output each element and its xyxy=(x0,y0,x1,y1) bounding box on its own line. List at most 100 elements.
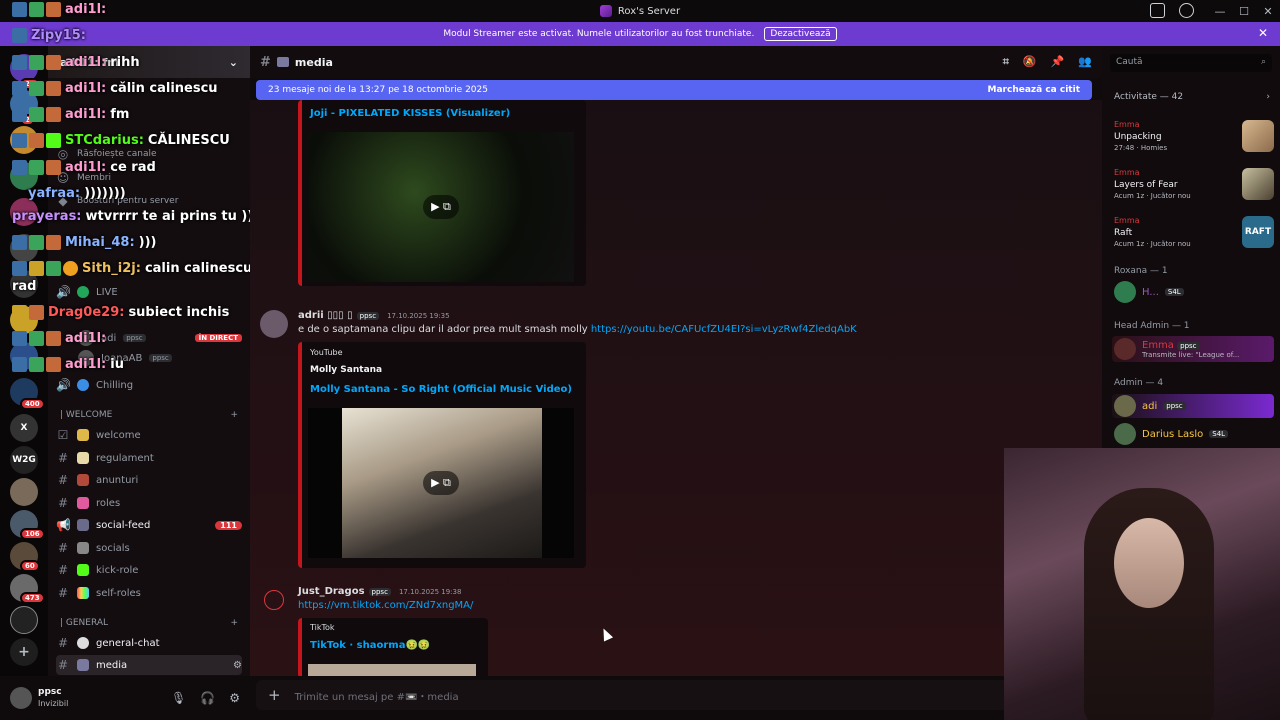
new-messages-bar[interactable]: 23 mesaje noi de la 13:27 pe 18 octombri… xyxy=(256,80,1092,100)
voice-user[interactable]: IoanaAB ppsc xyxy=(56,348,242,368)
channel-social-feed[interactable]: 📢 social-feed 111 xyxy=(56,515,242,535)
avatar xyxy=(78,350,94,366)
green-heart-icon xyxy=(77,286,89,298)
videotape-icon xyxy=(276,57,289,67)
avatar xyxy=(1114,423,1136,445)
channel-self-roles[interactable]: # self-roles xyxy=(56,583,242,603)
channel-media[interactable]: # media ⚙ xyxy=(56,655,242,675)
settings-icon[interactable]: ⚙ xyxy=(229,691,240,705)
member-item[interactable]: H... S4L xyxy=(1112,280,1274,304)
play-icon[interactable]: ▶ ⧉ xyxy=(423,195,459,219)
member-list-icon[interactable]: 👥 xyxy=(1078,55,1092,69)
video-thumbnail[interactable]: ▶ ⧉ xyxy=(308,408,574,558)
videotape-icon xyxy=(77,659,89,671)
member-item[interactable]: Emma ppsc Transmite live: "League of... xyxy=(1112,336,1274,362)
add-channel-icon[interactable]: + xyxy=(230,618,238,628)
server-icon[interactable] xyxy=(10,342,38,370)
video-thumbnail[interactable] xyxy=(308,664,476,676)
emoji-icon xyxy=(77,564,89,576)
mark-read-button[interactable]: Marchează ca citit xyxy=(988,85,1080,95)
channel-regulament[interactable]: # regulament xyxy=(56,448,242,468)
channel-label: media xyxy=(96,659,128,671)
microphone-icon[interactable]: 🎙 xyxy=(171,691,186,705)
server-icon[interactable] xyxy=(10,606,38,634)
pin-icon[interactable]: 📌 xyxy=(1051,55,1065,69)
server-header[interactable]: adi11: fm ⌄ xyxy=(48,46,250,78)
voice-user[interactable]: adi ppsc ÎN DIRECT xyxy=(56,328,242,348)
activity-header[interactable]: Activitate — 42 › xyxy=(1114,92,1270,102)
channel-label: kick-role xyxy=(96,564,139,576)
message-author[interactable]: adrii ▯▯▯ ▯ xyxy=(298,310,353,321)
member-status: Transmite live: "League of... xyxy=(1142,350,1240,359)
message-header: Just_Dragos ppsc 17.10.2025 19:38 xyxy=(298,586,461,597)
category-welcome[interactable]: | WELCOME + xyxy=(60,410,238,420)
youtube-link[interactable]: https://youtu.be/CAFUcfZU4EI?si=vLyzRwf4… xyxy=(591,324,857,335)
embed-title[interactable]: Joji - PIXELATED KISSES (Visualizer) xyxy=(310,108,510,119)
search-input[interactable]: Caută ⌕ xyxy=(1110,54,1272,72)
channel-welcome[interactable]: ☑ welcome xyxy=(56,425,242,445)
activity-card[interactable]: Emma Unpacking 27:48 · Homies xyxy=(1114,120,1274,164)
channel-label: roles xyxy=(96,497,121,509)
server-icon[interactable] xyxy=(10,126,38,154)
avatar[interactable] xyxy=(10,687,32,709)
add-server-icon[interactable]: + xyxy=(10,638,38,666)
member-tag: S4L xyxy=(1209,430,1229,438)
activity-card[interactable]: Emma Layers of Fear Acum 1z · Jucător no… xyxy=(1114,168,1274,212)
minimize-button[interactable]: — xyxy=(1208,5,1232,18)
video-thumbnail[interactable]: ▶ ⧉ xyxy=(308,132,574,282)
channel-label: welcome xyxy=(96,429,141,441)
message-author[interactable]: Just_Dragos xyxy=(298,586,365,597)
threads-icon[interactable]: ⌗ xyxy=(1003,55,1009,69)
member-item[interactable]: adi ppsc xyxy=(1112,394,1274,418)
notifications-muted-icon[interactable]: 🔕 xyxy=(1023,55,1037,69)
headphones-icon[interactable]: 🎧 xyxy=(200,691,215,705)
voice-channel-live[interactable]: 🔊 LIVE xyxy=(56,282,242,302)
add-channel-icon[interactable]: + xyxy=(230,410,238,420)
add-attachment-icon[interactable]: + xyxy=(268,686,281,704)
settings-icon[interactable]: ⚙ xyxy=(233,660,242,671)
embed-title[interactable]: TikTok · shaorma🤢🤢 xyxy=(310,640,430,651)
server-icon[interactable] xyxy=(10,198,38,226)
server-icon[interactable] xyxy=(10,270,38,298)
emoji-icon xyxy=(77,452,89,464)
avatar[interactable] xyxy=(264,590,284,610)
channel-label: anunturi xyxy=(96,474,139,486)
channel-socials[interactable]: # socials xyxy=(56,538,242,558)
w2g-server-icon[interactable]: W2G xyxy=(10,446,38,474)
browse-channels-item[interactable]: ◎ Răsfoiește canale xyxy=(56,144,242,164)
embed-author[interactable]: Molly Santana xyxy=(310,365,382,375)
category-general[interactable]: | GENERAL + xyxy=(60,618,238,628)
boosts-item[interactable]: ◆ Boosturi pentru server xyxy=(56,191,242,211)
message-input-placeholder[interactable]: Trimite un mesaj pe #📼・media xyxy=(295,688,459,703)
server-icon[interactable] xyxy=(10,306,38,334)
avatar[interactable] xyxy=(260,310,288,338)
server-icon[interactable] xyxy=(10,162,38,190)
tiktok-link[interactable]: https://vm.tiktok.com/ZNd7xngMA/ xyxy=(298,600,473,611)
browse-channels-label: Răsfoiește canale xyxy=(77,149,157,159)
help-icon[interactable] xyxy=(1179,3,1194,18)
close-banner-icon[interactable]: ✕ xyxy=(1258,26,1268,40)
maximize-button[interactable]: ☐ xyxy=(1232,5,1256,18)
channel-anunturi[interactable]: # anunturi xyxy=(56,470,242,490)
channel-roles[interactable]: # roles xyxy=(56,493,242,513)
avatar xyxy=(1114,281,1136,303)
server-icon[interactable] xyxy=(10,478,38,506)
game-art xyxy=(1242,120,1274,152)
server-icon[interactable] xyxy=(10,234,38,262)
disable-streamer-button[interactable]: Dezactivează xyxy=(764,27,837,41)
streamer-mode-banner: Modul Streamer este activat. Numele util… xyxy=(0,22,1280,46)
play-icon[interactable]: ▶ ⧉ xyxy=(423,471,459,495)
user-tag: ppsc xyxy=(356,312,380,320)
activity-card[interactable]: Emma Raft Acum 1z · Jucător nou RAFT xyxy=(1114,216,1274,260)
members-item[interactable]: ☺ Membri xyxy=(56,168,242,188)
x-server-icon[interactable]: X xyxy=(10,414,38,442)
channel-header: # media ⌗ 🔕 📌 👥 xyxy=(250,46,1102,78)
voice-channel-chilling[interactable]: 🔊 Chilling xyxy=(56,375,242,395)
close-window-button[interactable]: ✕ xyxy=(1256,5,1280,18)
channel-kick-role[interactable]: # kick-role xyxy=(56,560,242,580)
channel-general-chat[interactable]: # general-chat xyxy=(56,633,242,653)
inbox-icon[interactable] xyxy=(1150,3,1165,18)
embed-title[interactable]: Molly Santana - So Right (Official Music… xyxy=(310,384,572,395)
message-composer[interactable]: + Trimite un mesaj pe #📼・media 🎁 ▣ xyxy=(256,680,1092,710)
member-item[interactable]: Darius Laslo S4L xyxy=(1112,422,1274,446)
